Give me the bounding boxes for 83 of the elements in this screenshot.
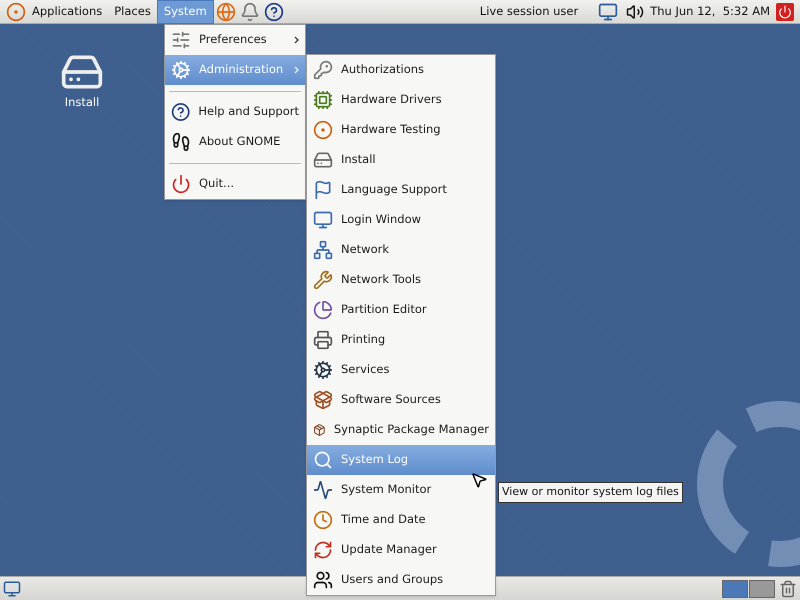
panel-menu[interactable]: Places: [108, 0, 157, 24]
menu-item-label: Software Sources: [341, 391, 442, 408]
menu-item[interactable]: Users and Groups: [307, 565, 495, 595]
gear-icon: [171, 60, 191, 80]
users-icon: [313, 570, 333, 590]
menu-item[interactable]: Login Window: [307, 205, 495, 235]
tooltip: View or monitor system log files: [498, 482, 683, 502]
refresh-icon: [313, 540, 333, 560]
ring-logo-icon: [313, 120, 333, 140]
globe-icon[interactable]: [216, 2, 236, 22]
menu-item-label: Time and Date: [341, 511, 427, 528]
workspace-switcher[interactable]: [722, 580, 775, 598]
sliders-icon: [171, 30, 191, 50]
menu-item-label: Quit...: [199, 175, 236, 192]
menu-item[interactable]: Software Sources: [307, 385, 495, 415]
menu-item-label: Printing: [341, 331, 386, 348]
menu-item-label: Language Support: [341, 181, 448, 198]
menu-item-label: Administration: [199, 61, 284, 78]
menu-item[interactable]: Printing: [307, 325, 495, 355]
menu-item[interactable]: Install: [307, 145, 495, 175]
menu-item[interactable]: Authorizations: [307, 55, 495, 85]
menu-item[interactable]: About GNOME: [165, 127, 305, 157]
menu-item[interactable]: Time and Date: [307, 505, 495, 535]
menu-item-label: Login Window: [341, 211, 422, 228]
drive-icon: [313, 150, 333, 170]
menu-item-label: Services: [341, 361, 390, 378]
menu-item[interactable]: Quit...: [165, 169, 305, 199]
key-icon: [313, 60, 333, 80]
menu-item-label: Network Tools: [341, 271, 422, 288]
speaker-icon[interactable]: [626, 2, 644, 20]
pulse-monitor-icon: [313, 480, 333, 500]
bell-icon[interactable]: [240, 2, 260, 22]
wrench-icon: [313, 270, 333, 290]
desktop-icon-label[interactable]: Install: [64, 94, 100, 112]
menu-item-label: Install: [341, 151, 377, 168]
menu-item-label: Update Manager: [341, 541, 438, 558]
network-icon: [313, 240, 333, 260]
show-desktop-icon[interactable]: [3, 580, 21, 598]
menu-item-label: Partition Editor: [341, 301, 428, 318]
menu-item[interactable]: Preferences: [165, 25, 305, 55]
menu-item[interactable]: Network Tools: [307, 265, 495, 295]
gear-icon: [313, 360, 333, 380]
menu-item-label: System Log: [341, 451, 410, 468]
open-box-icon: [313, 390, 333, 410]
clock-icon: [313, 510, 333, 530]
help-icon[interactable]: [264, 2, 284, 22]
menu-item[interactable]: Services: [307, 355, 495, 385]
menu-item[interactable]: Update Manager: [307, 535, 495, 565]
menu-item[interactable]: Help and Support: [165, 97, 305, 127]
menu-item[interactable]: Hardware Drivers: [307, 85, 495, 115]
user-name[interactable]: Live session user: [480, 2, 578, 20]
menu-item[interactable]: Hardware Testing: [307, 115, 495, 145]
power-icon[interactable]: [776, 2, 794, 20]
mouse-pointer-icon: [470, 471, 488, 489]
menu-item-label: Network: [341, 241, 390, 258]
menu-item[interactable]: Language Support: [307, 175, 495, 205]
menu-item[interactable]: Synaptic Package Manager: [307, 415, 495, 445]
menu-item-label: About GNOME: [199, 133, 282, 150]
menu-item[interactable]: Partition Editor: [307, 295, 495, 325]
footprint-icon: [171, 132, 191, 152]
clock[interactable]: Thu Jun 12, 5:32 AM: [650, 2, 770, 20]
menu-item[interactable]: Network: [307, 235, 495, 265]
trash-icon[interactable]: [779, 580, 797, 598]
menu-item-label: Authorizations: [341, 61, 426, 78]
power-icon: [171, 174, 191, 194]
network-monitor-icon[interactable]: [598, 2, 618, 22]
menu-item-label: System Monitor: [341, 481, 432, 498]
menu-item[interactable]: System Monitor: [307, 475, 495, 505]
help-icon: [171, 102, 190, 122]
pie-chart-icon: [313, 300, 333, 320]
monitor-icon: [313, 210, 333, 230]
ring-logo-icon[interactable]: [6, 2, 26, 22]
menu-item-label: Synaptic Package Manager: [334, 421, 489, 438]
menu-item-label: Help and Support: [198, 103, 299, 120]
printer-icon: [313, 330, 333, 350]
flag-icon: [313, 180, 333, 200]
menu-item-label: Hardware Testing: [341, 121, 442, 138]
menu-item-label: Hardware Drivers: [341, 91, 443, 108]
menu-item-label: Users and Groups: [341, 571, 444, 588]
menu-item-label: Preferences: [199, 31, 268, 48]
panel-menu[interactable]: Applications: [26, 0, 108, 24]
search-icon: [313, 450, 333, 470]
circuit-board-icon: [313, 90, 333, 110]
